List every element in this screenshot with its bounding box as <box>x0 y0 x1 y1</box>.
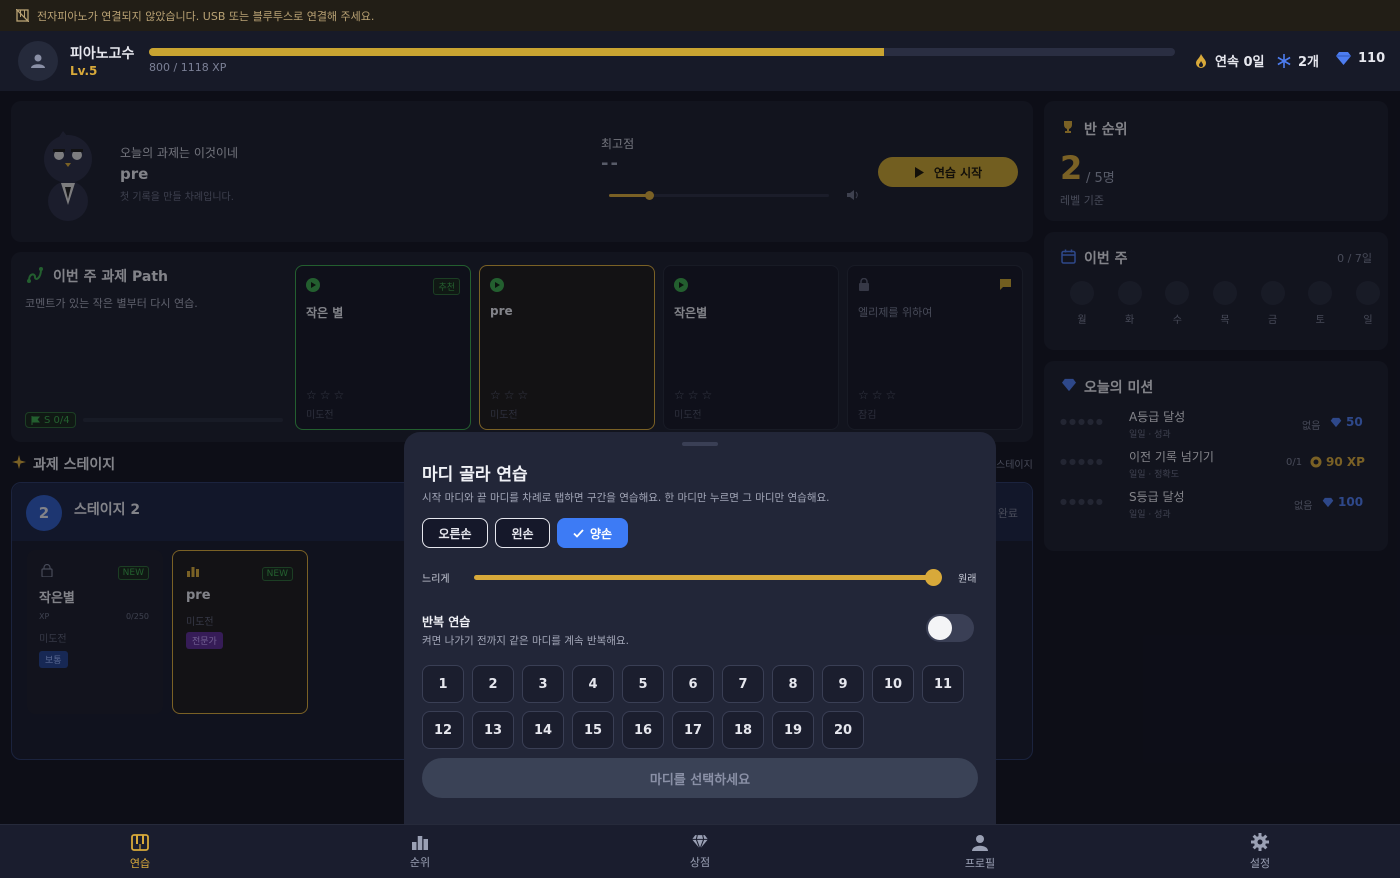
confirm-button[interactable]: 마디를 선택하세요 <box>422 758 978 798</box>
bar-button[interactable]: 15 <box>572 711 614 749</box>
bar-button[interactable]: 2 <box>472 665 514 703</box>
nav-settings[interactable]: 설정 <box>1120 825 1400 878</box>
speed-slow-label: 느리게 <box>422 574 450 585</box>
speed-fill <box>474 575 934 580</box>
speed-knob[interactable] <box>925 569 942 586</box>
freeze-text: 2개 <box>1298 55 1320 70</box>
hand-left-button[interactable]: 왼손 <box>495 518 550 548</box>
bar-button[interactable]: 5 <box>622 665 664 703</box>
nav-practice[interactable]: 연습 <box>0 825 280 878</box>
xp-progress-fill <box>149 48 884 56</box>
gem-stat[interactable]: 110 <box>1335 51 1385 66</box>
flame-icon <box>1196 53 1206 68</box>
xp-text: 800 / 1118 XP <box>149 61 227 74</box>
gem-count: 110 <box>1358 51 1386 66</box>
warning-text: 전자피아노가 연결되지 않았습니다. USB 또는 블루투스로 연결해 주세요. <box>37 9 375 23</box>
speed-slider[interactable] <box>474 569 942 586</box>
top-header: 피아노고수 Lv.5 800 / 1118 XP 연속 0일 2개 110 <box>0 31 1400 91</box>
gem-icon <box>1336 52 1351 65</box>
bar-button[interactable]: 6 <box>672 665 714 703</box>
piano-disconnected-icon <box>16 9 29 22</box>
bar-button[interactable]: 19 <box>772 711 814 749</box>
hand-right-button[interactable]: 오른손 <box>422 518 488 548</box>
repeat-description: 켜면 나가기 전까지 같은 마디를 계속 반복해요. <box>422 635 629 647</box>
ranking-icon <box>412 836 428 850</box>
hand-both-button[interactable]: 양손 <box>557 518 628 548</box>
user-icon <box>972 834 988 851</box>
streak-text: 연속 0일 <box>1215 55 1265 70</box>
sheet-title: 마디 골라 연습 <box>422 465 528 485</box>
bar-button[interactable]: 14 <box>522 711 564 749</box>
bar-button[interactable]: 16 <box>622 711 664 749</box>
bar-button[interactable]: 11 <box>922 665 964 703</box>
bar-button[interactable]: 3 <box>522 665 564 703</box>
bar-button[interactable]: 20 <box>822 711 864 749</box>
speed-normal-label: 원래 <box>958 574 977 585</box>
diamond-icon <box>692 834 708 850</box>
user-icon <box>31 54 45 68</box>
bar-button[interactable]: 4 <box>572 665 614 703</box>
freeze-stat[interactable]: 2개 <box>1276 51 1319 70</box>
bar-select-sheet: 마디 골라 연습 시작 마디와 끝 마디를 차례로 탭하면 구간을 연습해요. … <box>404 432 996 824</box>
user-level: Lv.5 <box>70 64 98 78</box>
bar-button[interactable]: 1 <box>422 665 464 703</box>
bar-button[interactable]: 7 <box>722 665 764 703</box>
bar-button[interactable]: 12 <box>422 711 464 749</box>
gear-icon <box>1251 833 1269 851</box>
nav-ranking[interactable]: 순위 <box>280 825 560 878</box>
toggle-knob <box>928 616 952 640</box>
bar-button[interactable]: 8 <box>772 665 814 703</box>
bar-button[interactable]: 9 <box>822 665 864 703</box>
bottom-nav: 연습 순위 상점 프로필 설정 <box>0 824 1400 878</box>
bar-grid: 1 2 3 4 5 6 7 8 9 10 11 12 13 14 15 16 17 18 19 20 <box>422 665 972 749</box>
check-icon <box>573 528 584 538</box>
bar-button[interactable]: 18 <box>722 711 764 749</box>
user-name: 피아노고수 <box>70 46 135 62</box>
bar-button[interactable]: 13 <box>472 711 514 749</box>
repeat-title: 반복 연습 <box>422 615 471 629</box>
sheet-handle[interactable] <box>682 442 718 446</box>
nav-profile[interactable]: 프로필 <box>840 825 1120 878</box>
avatar[interactable] <box>18 41 58 81</box>
streak-stat[interactable]: 연속 0일 <box>1193 51 1264 70</box>
connection-warning: 전자피아노가 연결되지 않았습니다. USB 또는 블루투스로 연결해 주세요. <box>0 0 1400 31</box>
bar-button[interactable]: 17 <box>672 711 714 749</box>
piano-icon <box>131 833 149 851</box>
sheet-description: 시작 마디와 끝 마디를 차례로 탭하면 구간을 연습해요. 한 마디만 누르면… <box>422 492 830 504</box>
nav-shop[interactable]: 상점 <box>560 825 840 878</box>
repeat-toggle[interactable] <box>926 614 974 642</box>
snowflake-icon <box>1277 53 1291 68</box>
bar-button[interactable]: 10 <box>872 665 914 703</box>
xp-progress-bar <box>149 48 1175 56</box>
